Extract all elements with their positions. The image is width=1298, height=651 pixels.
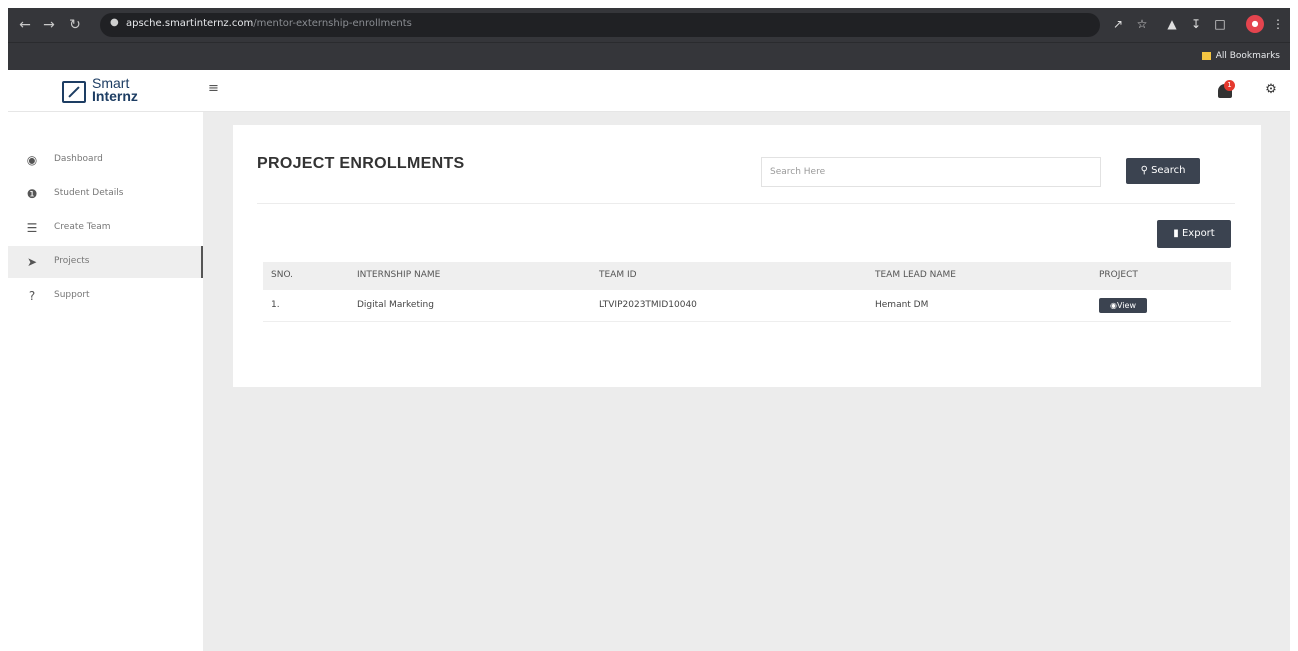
col-header-sno: SNO. bbox=[271, 270, 294, 280]
view-project-button[interactable]: ◉View bbox=[1099, 298, 1147, 313]
search-input[interactable] bbox=[761, 157, 1101, 187]
notification-badge: 1 bbox=[1224, 80, 1235, 91]
search-button[interactable]: ⚲ Search bbox=[1126, 158, 1200, 184]
cell-sno: 1. bbox=[271, 300, 280, 310]
sidebar: ◉ Dashboard ❶ Student Details ☰ Create T… bbox=[8, 112, 203, 651]
browser-chrome: ← → ↻ ● apsche.smartinternz.com/mentor-e… bbox=[8, 8, 1290, 70]
menu-icon[interactable]: ⋮ bbox=[1270, 16, 1286, 32]
send-icon: ➤ bbox=[26, 255, 38, 269]
list-icon: ☰ bbox=[26, 221, 38, 235]
bookmarks-bar: All Bookmarks bbox=[8, 42, 1290, 70]
address-bar[interactable]: ● apsche.smartinternz.com/mentor-externs… bbox=[100, 13, 1100, 37]
forward-icon[interactable]: → bbox=[40, 16, 58, 34]
profile-avatar[interactable]: ● bbox=[1246, 15, 1264, 33]
sidepanel-icon[interactable]: □ bbox=[1212, 16, 1228, 32]
download-icon[interactable]: ↧ bbox=[1188, 16, 1204, 32]
sidebar-item-create-team[interactable]: ☰ Create Team bbox=[8, 212, 203, 244]
url-text: apsche.smartinternz.com/mentor-externshi… bbox=[126, 18, 412, 29]
reload-icon[interactable]: ↻ bbox=[66, 16, 84, 34]
sidebar-item-student-details[interactable]: ❶ Student Details bbox=[8, 178, 203, 210]
share-icon[interactable]: ↗ bbox=[1110, 16, 1126, 32]
col-header-project: PROJECT bbox=[1099, 270, 1138, 280]
back-icon[interactable]: ← bbox=[16, 16, 34, 34]
folder-icon bbox=[1201, 51, 1211, 60]
sidebar-item-support[interactable]: ? Support bbox=[8, 280, 203, 312]
enrollments-table: SNO. INTERNSHIP NAME TEAM ID TEAM LEAD N… bbox=[263, 262, 1231, 322]
logo-icon bbox=[62, 81, 86, 103]
page: Smart Internz ≡ 1 ⚙ ◉ Dashboard ❶ Studen… bbox=[8, 70, 1290, 651]
divider bbox=[257, 203, 1235, 204]
info-icon: ❶ bbox=[26, 187, 38, 201]
app-header: Smart Internz ≡ 1 ⚙ bbox=[8, 70, 1290, 112]
sidebar-item-dashboard[interactable]: ◉ Dashboard bbox=[8, 144, 203, 176]
star-icon[interactable]: ☆ bbox=[1134, 16, 1150, 32]
col-header-internship: INTERNSHIP NAME bbox=[357, 270, 441, 280]
browser-toolbar: ← → ↻ ● apsche.smartinternz.com/mentor-e… bbox=[8, 8, 1290, 42]
cell-internship: Digital Marketing bbox=[357, 300, 434, 310]
table-header: SNO. INTERNSHIP NAME TEAM ID TEAM LEAD N… bbox=[263, 262, 1231, 290]
settings-gear-icon[interactable]: ⚙ bbox=[1264, 83, 1278, 97]
eye-icon: ◉ bbox=[1110, 301, 1117, 310]
enrollments-card: PROJECT ENROLLMENTS ⚲ Search ▮ Export SN… bbox=[233, 125, 1261, 387]
sidebar-item-projects[interactable]: ➤ Projects bbox=[8, 246, 203, 278]
dashboard-icon: ◉ bbox=[26, 153, 38, 167]
cell-lead: Hemant DM bbox=[875, 300, 929, 310]
extensions-icon[interactable]: ▲ bbox=[1164, 16, 1180, 32]
page-title: PROJECT ENROLLMENTS bbox=[257, 155, 465, 172]
cell-team-id: LTVIP2023TMID10040 bbox=[599, 300, 697, 310]
table-row: 1. Digital Marketing LTVIP2023TMID10040 … bbox=[263, 290, 1231, 322]
export-button[interactable]: ▮ Export bbox=[1157, 220, 1231, 248]
file-icon: ▮ bbox=[1173, 228, 1179, 239]
question-icon: ? bbox=[28, 289, 36, 303]
lock-icon: ● bbox=[110, 17, 119, 28]
logo[interactable]: Smart Internz bbox=[92, 76, 138, 103]
col-header-lead: TEAM LEAD NAME bbox=[875, 270, 956, 280]
all-bookmarks[interactable]: All Bookmarks bbox=[1201, 51, 1280, 61]
notification-bell[interactable]: 1 bbox=[1216, 80, 1235, 100]
col-header-team-id: TEAM ID bbox=[599, 270, 637, 280]
hamburger-menu-icon[interactable]: ≡ bbox=[208, 82, 222, 96]
